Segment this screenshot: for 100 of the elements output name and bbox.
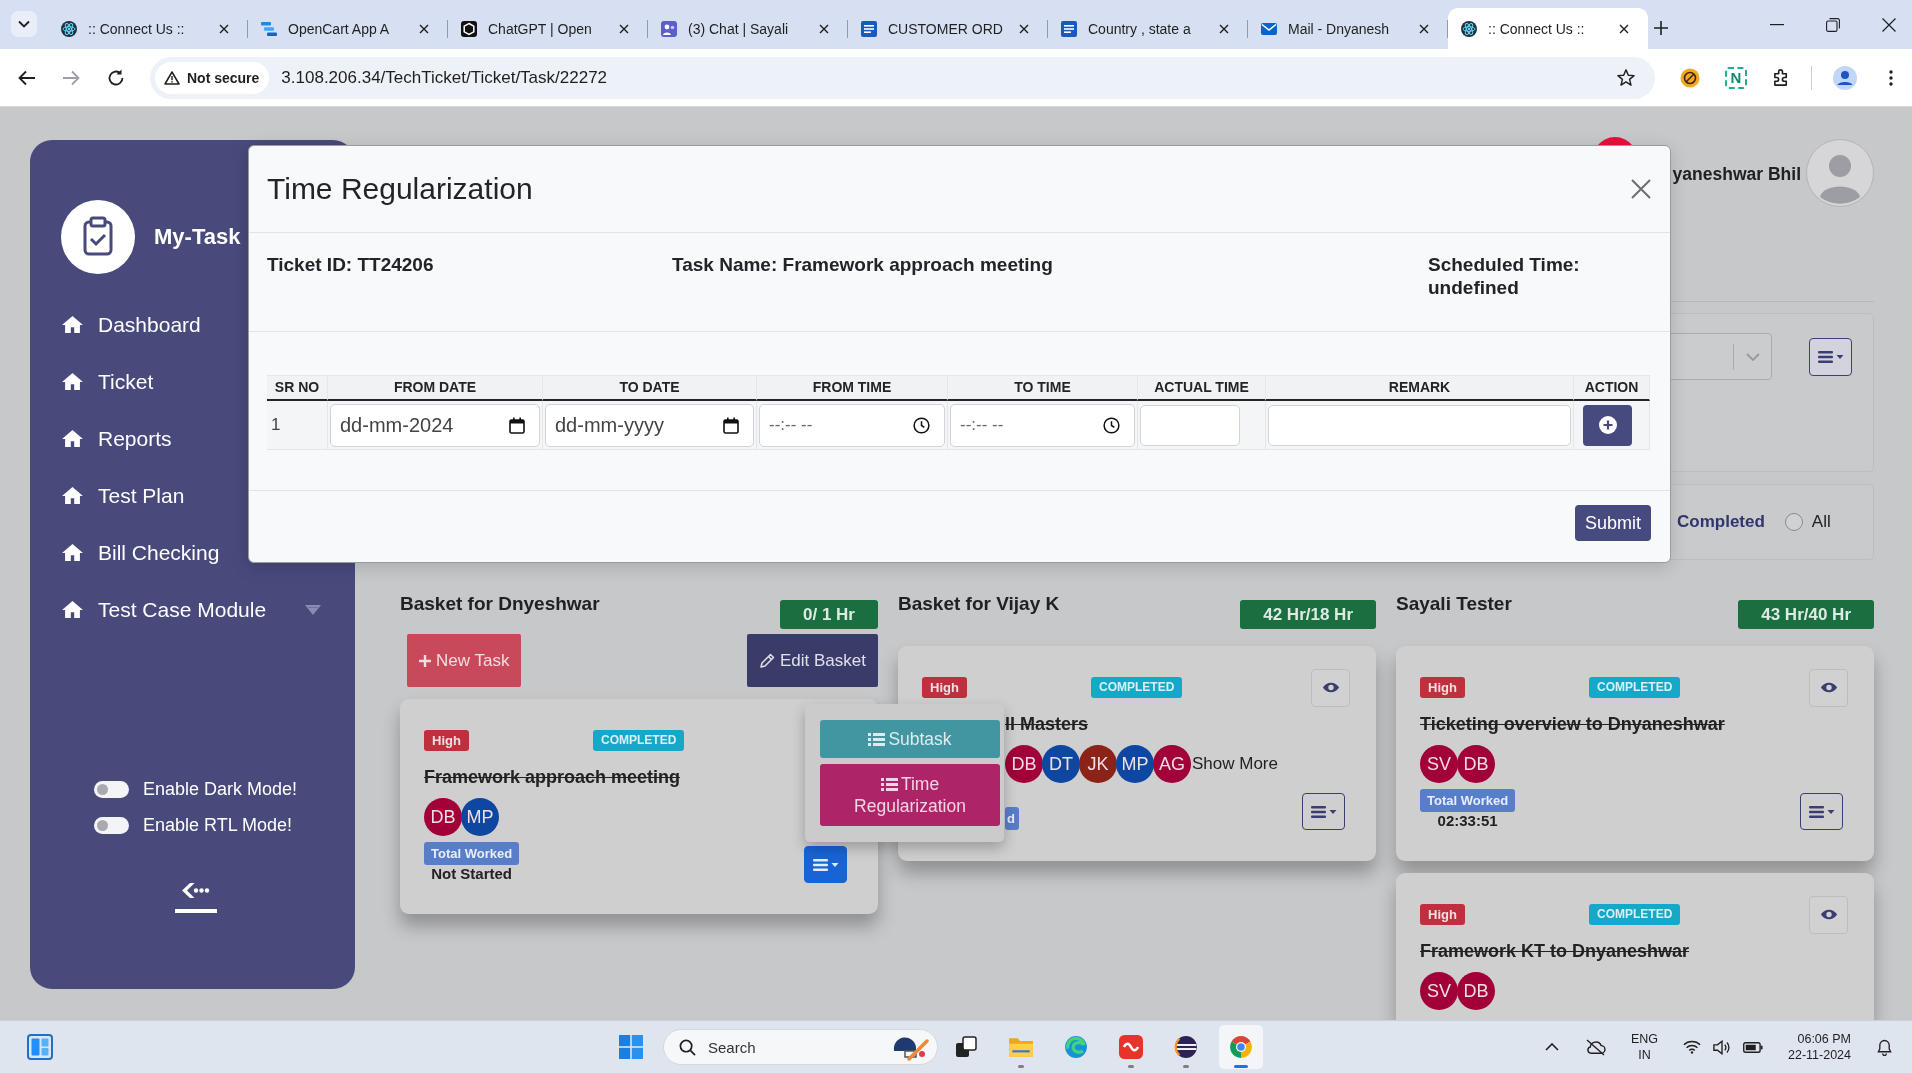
view-button[interactable] <box>1809 668 1848 707</box>
toggle-label: Enable RTL Mode! <box>143 814 293 836</box>
address-bar[interactable]: Not secure 3.108.206.34/TechTicket/Ticket/Task/22272 <box>150 56 1655 99</box>
browser-tab[interactable]: :: Connect Us :: <box>48 8 248 49</box>
remark-field[interactable] <box>1268 404 1571 446</box>
date-field[interactable]: dd-mm-2024 <box>330 403 540 447</box>
clock-time[interactable]: 06:06 PM <box>1797 1031 1851 1047</box>
clock-date[interactable]: 22-11-2024 <box>1788 1047 1851 1063</box>
calendar-icon[interactable] <box>723 416 739 434</box>
taskbar-search-field[interactable]: Search <box>663 1029 938 1065</box>
security-chip[interactable]: Not secure <box>155 61 270 94</box>
close-icon[interactable] <box>419 23 429 34</box>
close-icon[interactable] <box>1619 23 1629 34</box>
close-icon[interactable] <box>619 23 629 34</box>
task-menu-button[interactable] <box>804 846 847 883</box>
eye-icon <box>1819 682 1838 693</box>
list-caret-icon <box>812 857 839 872</box>
close-icon[interactable] <box>1219 23 1229 34</box>
close-icon[interactable] <box>1019 23 1029 34</box>
circle-slash-icon[interactable] <box>1680 67 1700 88</box>
list-caret-icon <box>1817 350 1844 364</box>
close-icon[interactable] <box>1882 17 1896 32</box>
column-header: ACTUAL TIME <box>1138 375 1266 401</box>
star-icon[interactable] <box>1617 69 1635 86</box>
windows-start-icon[interactable] <box>619 1035 643 1059</box>
task-menu-button[interactable] <box>1302 793 1345 830</box>
nav-link[interactable]: Bill Checking <box>61 524 220 581</box>
home-icon <box>61 315 84 334</box>
home-icon <box>61 543 84 562</box>
add-row-button[interactable] <box>1583 404 1632 446</box>
nav-link[interactable]: Test Case Module <box>61 581 355 638</box>
extension-button[interactable]: N <box>1725 66 1747 89</box>
browser-tab[interactable]: CUSTOMER ORD <box>848 8 1048 49</box>
time-field[interactable]: --:-- -- <box>759 403 945 447</box>
task-menu-button[interactable] <box>1800 793 1843 830</box>
submit-button[interactable]: Submit <box>1574 505 1651 541</box>
browser-tab[interactable]: Mail - Dnyanesh <box>1248 8 1448 49</box>
list-icon <box>868 733 886 746</box>
assignee-avatar: JK <box>1079 745 1117 783</box>
assignee-avatar: SV <box>1420 972 1458 1010</box>
browser-tab[interactable]: Country , state a <box>1048 8 1248 49</box>
status-option[interactable]: Completed <box>1677 512 1765 532</box>
task-view-icon <box>955 1036 977 1058</box>
column-header: ACTION <box>1574 375 1650 401</box>
menu-button[interactable] <box>1809 338 1852 376</box>
profile-icon[interactable] <box>1833 65 1857 90</box>
radio-button[interactable] <box>1784 513 1803 531</box>
column-header: TO DATE <box>543 375 757 401</box>
nav-link[interactable]: Ticket <box>61 353 154 410</box>
task-title: ll Masters <box>1005 713 1090 736</box>
assignee-avatar: DB <box>424 798 462 836</box>
chevron-up-icon[interactable] <box>1544 1043 1559 1051</box>
close-icon[interactable] <box>1419 23 1429 34</box>
region-label[interactable]: IN <box>1638 1047 1651 1063</box>
new-task-button[interactable]: New Task <box>407 634 522 687</box>
cloud-off-icon[interactable] <box>1584 1038 1606 1056</box>
reload-icon[interactable] <box>106 67 126 88</box>
bell-icon[interactable] <box>1877 1038 1892 1056</box>
menu-icon[interactable] <box>1889 69 1893 86</box>
actual-time-field[interactable] <box>1140 404 1240 446</box>
table-cell-text: 1 <box>270 415 281 435</box>
date-field[interactable]: dd-mm-yyyy <box>545 403 754 447</box>
toggle-switch[interactable] <box>94 816 129 834</box>
toggle-switch[interactable] <box>94 780 129 798</box>
clock-icon[interactable] <box>913 416 930 434</box>
worked-time: 02:33:51 <box>1437 812 1498 830</box>
basket-title: Basket for Dnyeshwar <box>400 592 600 616</box>
nav-link[interactable]: Reports <box>61 410 172 467</box>
wifi-icon[interactable] <box>1683 1040 1701 1054</box>
close-icon[interactable] <box>819 23 829 34</box>
tab-search-button[interactable] <box>11 11 37 37</box>
clock-icon[interactable] <box>1103 416 1120 434</box>
battery-icon[interactable] <box>1743 1041 1763 1053</box>
time-field[interactable]: --:-- -- <box>950 403 1135 447</box>
new-tab-icon[interactable] <box>1654 21 1668 35</box>
home-icon <box>61 486 84 505</box>
speaker-icon[interactable] <box>1713 1039 1731 1055</box>
minimize-icon[interactable] <box>1770 23 1784 26</box>
view-button[interactable] <box>1809 895 1848 934</box>
edit-basket-button[interactable]: Edit Basket <box>747 634 878 687</box>
language-label[interactable]: ENG <box>1630 1031 1658 1047</box>
view-button[interactable] <box>1311 668 1350 707</box>
browser-tab[interactable]: (3) Chat | Sayali <box>648 8 848 49</box>
nav-link[interactable]: Dashboard <box>61 296 201 353</box>
caret-down-icon[interactable] <box>305 604 321 615</box>
toggle-label: Enable Dark Mode! <box>143 778 298 800</box>
total-worked-badge: Total Worked <box>424 842 520 865</box>
browser-tab[interactable]: ChatGPT | Open <box>448 8 648 49</box>
basket-title: Basket for Vijay K <box>898 592 1060 616</box>
dropdown-item[interactable]: Time Regularization <box>820 764 1000 826</box>
show-more-link[interactable]: Show More <box>1192 754 1278 774</box>
collapse-sidebar-icon[interactable] <box>175 882 217 913</box>
restore-icon[interactable] <box>1826 17 1840 32</box>
widgets-icon[interactable] <box>27 1034 53 1060</box>
browser-tab[interactable]: OpenCart App A <box>248 8 448 49</box>
nav-link[interactable]: Test Plan <box>61 467 185 524</box>
calendar-icon[interactable] <box>509 416 525 434</box>
browser-tab[interactable]: :: Connect Us :: <box>1448 8 1648 49</box>
assignee-avatar: DB <box>1457 745 1495 783</box>
close-icon[interactable] <box>219 23 229 34</box>
